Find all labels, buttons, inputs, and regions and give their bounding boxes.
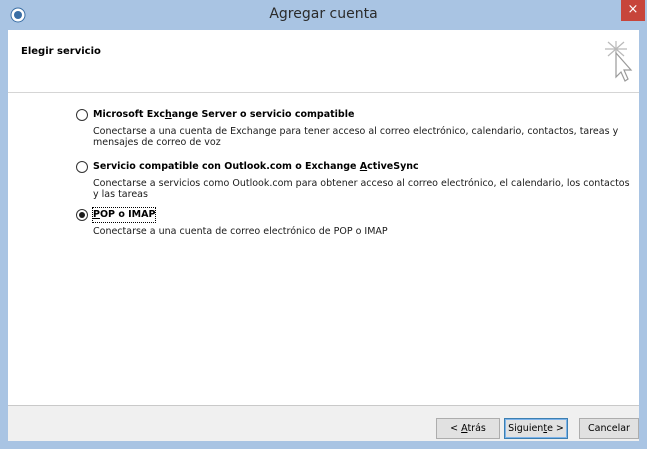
option-exchange-label[interactable]: Microsoft Exchange Server o servicio com… xyxy=(93,108,354,122)
page-title: Elegir servicio xyxy=(21,46,101,57)
radio-exchange[interactable] xyxy=(76,109,88,121)
wizard-cursor-sparkle-icon xyxy=(605,41,633,82)
radio-pop-imap[interactable] xyxy=(76,209,88,221)
wizard-header: Elegir servicio xyxy=(8,30,639,93)
title-bar[interactable]: Agregar cuenta × xyxy=(0,0,647,30)
dialog-window: Agregar cuenta × Elegir servicio Microso… xyxy=(0,0,647,449)
next-button[interactable]: Siguiente > xyxy=(504,418,568,439)
cancel-button[interactable]: Cancelar xyxy=(579,418,639,439)
service-options-panel: Microsoft Exchange Server o servicio com… xyxy=(8,93,639,406)
option-pop-imap-label[interactable]: POP o IMAP xyxy=(91,207,157,223)
back-button[interactable]: < Atrás xyxy=(436,418,500,439)
close-button[interactable]: × xyxy=(621,0,645,21)
option-outlook-activesync-label[interactable]: Servicio compatible con Outlook.com o Ex… xyxy=(93,160,419,174)
dialog-client: Elegir servicio Microsoft Exchange Serve… xyxy=(8,30,639,441)
close-icon: × xyxy=(627,2,639,17)
option-exchange-description: Conectarse a una cuenta de Exchange para… xyxy=(93,126,619,148)
radio-outlook-activesync[interactable] xyxy=(76,161,88,173)
window-title: Agregar cuenta xyxy=(269,6,378,22)
button-bar: < Atrás Siguiente > Cancelar xyxy=(8,406,639,441)
option-outlook-activesync-description: Conectarse a servicios como Outlook.com … xyxy=(93,178,630,200)
option-pop-imap-description: Conectarse a una cuenta de correo electr… xyxy=(93,226,388,237)
